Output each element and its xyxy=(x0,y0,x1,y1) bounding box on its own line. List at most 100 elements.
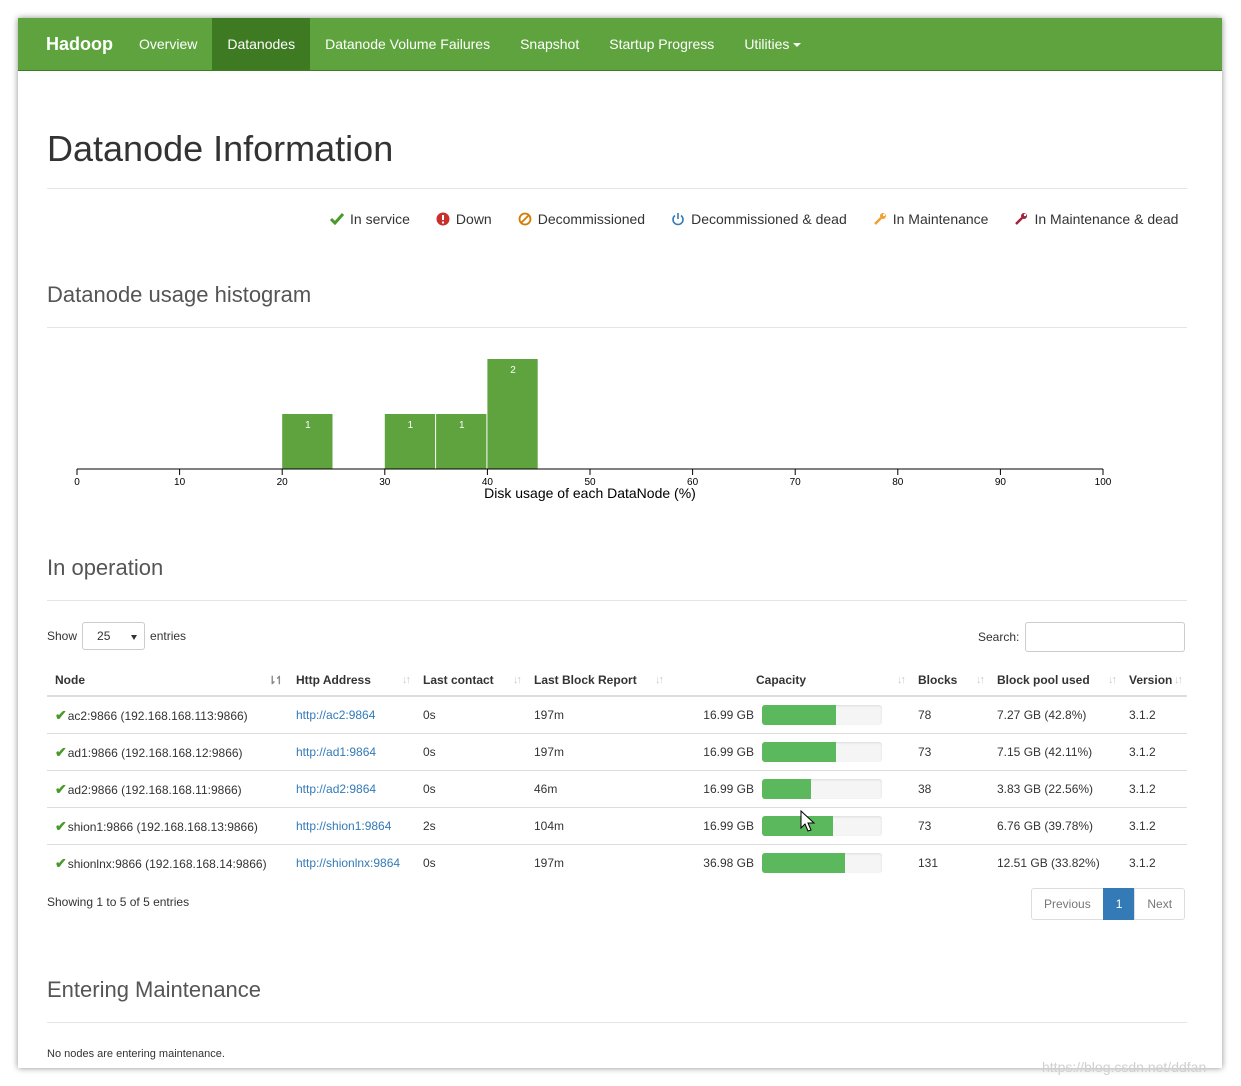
histogram-bar-label: 1 xyxy=(408,420,414,431)
next-button[interactable]: Next xyxy=(1134,888,1186,920)
block-pool-used-cell: 3.83 GB (22.56%) xyxy=(989,770,1121,808)
sort-icon: ↓↑ xyxy=(402,674,411,686)
capacity-bar-cell xyxy=(762,770,910,808)
nav-menu: Overview Datanodes Datanode Volume Failu… xyxy=(124,18,816,70)
nav-datanodes[interactable]: Datanodes xyxy=(212,18,311,70)
col-label: Last Block Report xyxy=(534,673,637,687)
legend-label: Down xyxy=(455,211,492,227)
legend-label: Decommissioned xyxy=(537,211,646,227)
entries-select[interactable]: 25 xyxy=(82,622,146,650)
entries-control: Show 25 entries xyxy=(47,622,186,650)
col-node[interactable]: Node ⇂↿ xyxy=(47,665,288,697)
nav-overview[interactable]: Overview xyxy=(124,18,212,70)
show-label: Show xyxy=(47,629,78,643)
no-nodes-message: No nodes are entering maintenance. xyxy=(47,1048,225,1060)
histogram-bar-label: 1 xyxy=(305,420,311,431)
nav-startup-progress[interactable]: Startup Progress xyxy=(594,18,729,70)
last-block-report-cell: 197m xyxy=(526,844,668,881)
table-row: ✔ac2:9866 (192.168.168.113:9866) http://a… xyxy=(47,695,1187,734)
node-cell: ✔shionlnx:9866 (192.168.168.14:9866) xyxy=(47,844,288,881)
search-control: Search: xyxy=(978,622,1186,652)
capacity-bar-cell xyxy=(762,844,910,881)
http-address-link[interactable]: http://shion1:9864 xyxy=(288,807,415,845)
x-tick-label: 90 xyxy=(995,477,1007,488)
col-version[interactable]: Version ↓↑ xyxy=(1121,665,1187,697)
legend-down: Down xyxy=(436,211,492,227)
http-address-link[interactable]: http://shionlnx:9864 xyxy=(288,844,415,881)
nav-snapshot[interactable]: Snapshot xyxy=(505,18,594,70)
last-contact-cell: 2s xyxy=(415,807,526,845)
col-label: Blocks xyxy=(918,673,958,687)
sort-icon: ↓↑ xyxy=(1108,674,1117,686)
http-address-link[interactable]: http://ac2:9864 xyxy=(288,695,415,734)
sort-asc-icon: ⇂↿ xyxy=(267,675,285,687)
node-name: ac2:9866 (192.168.168.113:9866) xyxy=(67,708,248,723)
power-icon xyxy=(672,213,684,226)
last-contact-cell: 0s xyxy=(415,695,526,734)
http-address-link[interactable]: http://ad2:9864 xyxy=(288,770,415,808)
x-tick-label: 20 xyxy=(277,477,289,488)
mouse-cursor-icon xyxy=(800,810,816,832)
capacity-bar-cell xyxy=(762,807,910,845)
blocks-cell: 131 xyxy=(910,844,989,881)
search-input[interactable] xyxy=(1025,622,1186,652)
search-label: Search: xyxy=(978,630,1020,644)
x-axis-label: Disk usage of each DataNode (%) xyxy=(484,485,696,501)
col-label: Http Address xyxy=(296,673,371,687)
entries-label: entries xyxy=(150,629,187,643)
table-info: Showing 1 to 5 of 5 entries xyxy=(47,895,190,909)
in-operation-title: In operation xyxy=(47,555,164,580)
capacity-cell: 16.99 GB xyxy=(668,770,762,808)
capacity-bar-fill xyxy=(762,742,837,762)
col-blocks[interactable]: Blocks ↓↑ xyxy=(910,665,989,697)
col-last-block-report[interactable]: Last Block Report ↓↑ xyxy=(526,665,668,697)
col-http-address[interactable]: Http Address ↓↑ xyxy=(288,665,415,697)
capacity-cell: 16.99 GB xyxy=(668,695,762,734)
version-cell: 3.1.2 xyxy=(1121,807,1187,845)
sort-icon: ↓↑ xyxy=(897,674,906,686)
capacity-cell: 16.99 GB xyxy=(668,807,762,845)
brand-logo[interactable]: Hadoop xyxy=(46,18,113,70)
x-tick-label: 10 xyxy=(174,477,186,488)
check-icon: ✔ xyxy=(55,743,67,760)
histogram-bar-label: 1 xyxy=(459,420,465,431)
col-label: Node xyxy=(55,673,85,687)
http-address-link[interactable]: http://ad1:9864 xyxy=(288,733,415,771)
browser-frame: Hadoop Overview Datanodes Datanode Volum… xyxy=(18,18,1222,1068)
x-tick-label: 70 xyxy=(790,477,802,488)
block-pool-used-cell: 7.27 GB (42.8%) xyxy=(989,695,1121,734)
page-title: Datanode Information xyxy=(47,128,394,169)
version-cell: 3.1.2 xyxy=(1121,733,1187,771)
capacity-bar-fill xyxy=(762,853,845,873)
table-row: ✔ad2:9866 (192.168.168.11:9866) http://ad… xyxy=(47,770,1187,808)
nav-utilities[interactable]: Utilities xyxy=(729,18,816,70)
x-tick-label: 100 xyxy=(1095,477,1112,488)
capacity-bar-fill xyxy=(762,779,812,799)
capacity-bar-cell xyxy=(762,733,910,771)
node-name: ad2:9866 (192.168.168.11:9866) xyxy=(67,782,242,797)
block-pool-used-cell: 6.76 GB (39.78%) xyxy=(989,807,1121,845)
col-capacity[interactable]: Capacity ↓↑ xyxy=(668,665,910,697)
blocks-cell: 73 xyxy=(910,733,989,771)
block-pool-used-cell: 7.15 GB (42.11%) xyxy=(989,733,1121,771)
last-contact-cell: 0s xyxy=(415,770,526,808)
capacity-bar xyxy=(762,705,882,725)
capacity-bar-fill xyxy=(762,816,833,836)
page-1-button[interactable]: 1 xyxy=(1102,888,1136,920)
datanode-table: Node ⇂↿ Http Address ↓↑ Last contact ↓↑ Las… xyxy=(47,665,1187,881)
last-block-report-cell: 197m xyxy=(526,695,668,734)
check-icon: ✔ xyxy=(55,780,67,797)
divider xyxy=(47,327,1187,328)
nav-volume-failures[interactable]: Datanode Volume Failures xyxy=(310,18,505,70)
capacity-bar xyxy=(762,816,882,836)
histogram-bar-label: 2 xyxy=(510,365,516,376)
table-header-row: Node ⇂↿ Http Address ↓↑ Last contact ↓↑ Las… xyxy=(47,665,1187,697)
col-block-pool-used[interactable]: Block pool used ↓↑ xyxy=(989,665,1121,697)
blocks-cell: 78 xyxy=(910,695,989,734)
col-last-contact[interactable]: Last contact ↓↑ xyxy=(415,665,526,697)
legend-label: In Maintenance & dead xyxy=(1034,211,1179,227)
previous-button[interactable]: Previous xyxy=(1031,888,1104,920)
legend-in-maintenance: In Maintenance xyxy=(873,211,988,227)
pagination: Previous 1 Next xyxy=(1031,888,1186,920)
legend-in-service: In service xyxy=(330,211,410,227)
